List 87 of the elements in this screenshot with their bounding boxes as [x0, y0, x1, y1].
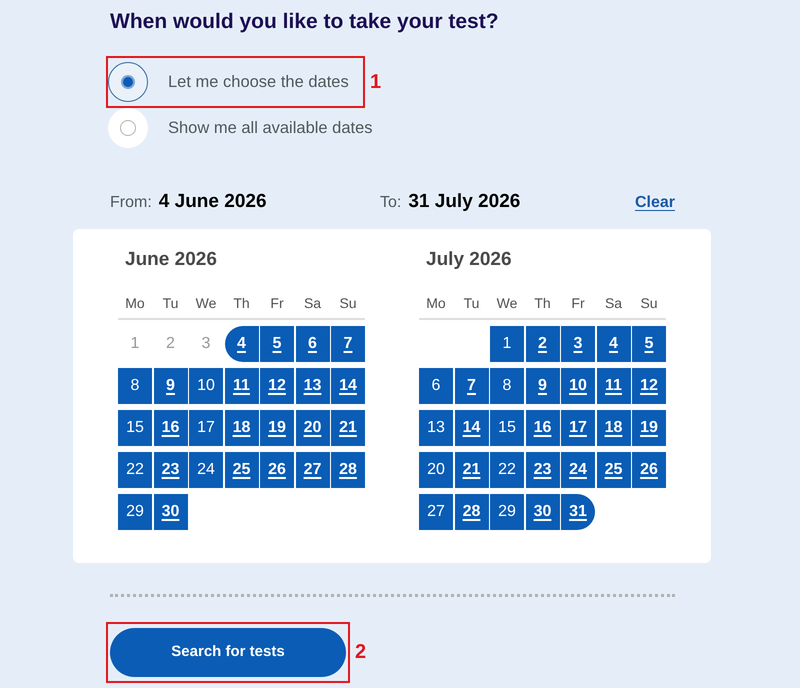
weekday-label: Mo: [124, 294, 146, 312]
weekday-label: Tu: [162, 294, 180, 312]
calendar-day[interactable]: 26: [632, 452, 666, 488]
calendar-day[interactable]: 19: [260, 410, 294, 446]
calendar-day: 10: [189, 368, 223, 404]
calendar-day[interactable]: 28: [454, 494, 488, 530]
calendar-day[interactable]: 11: [224, 368, 258, 404]
calendar-day[interactable]: 4: [596, 326, 630, 362]
section-heading: When would you like to take your test?: [110, 9, 499, 35]
calendar-day: 1: [490, 326, 524, 362]
calendar-day[interactable]: 18: [596, 410, 630, 446]
weekday-label: Fr: [269, 294, 285, 312]
calendar-day: 8: [490, 368, 524, 404]
calendar-day: 20: [419, 452, 453, 488]
calendar-day: 15: [490, 410, 524, 446]
calendar-day[interactable]: 23: [154, 452, 188, 488]
calendar-day[interactable]: 5: [632, 326, 666, 362]
calendar-day: 22: [490, 452, 524, 488]
weekday-label: Th: [232, 294, 251, 312]
calendar-day[interactable]: 14: [454, 410, 488, 446]
search-button[interactable]: Search for tests: [110, 628, 346, 676]
calendar-day[interactable]: 28: [331, 452, 365, 488]
weekday-label: We: [496, 294, 518, 312]
calendar-day[interactable]: 25: [224, 452, 258, 488]
weekday-label: Tu: [462, 294, 480, 312]
calendar-day[interactable]: 31: [561, 494, 595, 530]
radio-label[interactable]: Show me all available dates: [168, 116, 373, 140]
weekday-label: Sa: [604, 294, 624, 312]
month-title: July 2026: [425, 248, 512, 272]
calendar-day[interactable]: 23: [526, 452, 560, 488]
weekday-label: We: [194, 294, 218, 312]
radio-label[interactable]: Let me choose the dates: [168, 70, 349, 94]
calendar-day[interactable]: 7: [331, 326, 365, 362]
calendar-day: 13: [419, 410, 453, 446]
calendar-day: 17: [189, 410, 223, 446]
calendar-day[interactable]: 18: [224, 410, 258, 446]
weekday-label: Fr: [570, 294, 586, 312]
calendar-day[interactable]: 12: [260, 368, 294, 404]
calendar-day[interactable]: 30: [526, 494, 560, 530]
month-title: June 2026: [124, 248, 217, 272]
calendar-day[interactable]: 20: [296, 410, 330, 446]
calendar-day[interactable]: 14: [331, 368, 365, 404]
calendar-day[interactable]: 11: [596, 368, 630, 404]
calendar-day: 24: [189, 452, 223, 488]
weekday-label: Th: [533, 294, 552, 312]
calendar-day[interactable]: 16: [526, 410, 560, 446]
calendar-day: 29: [118, 494, 152, 530]
calendar-day[interactable]: 4: [224, 326, 258, 362]
radio-button[interactable]: [120, 120, 136, 136]
from-label: From:: [110, 193, 152, 213]
calendar-day: 6: [419, 368, 453, 404]
calendar-day[interactable]: 10: [561, 368, 595, 404]
radio-button[interactable]: [108, 62, 148, 102]
calendar-day[interactable]: 13: [296, 368, 330, 404]
calendar-day[interactable]: 21: [454, 452, 488, 488]
calendar-day[interactable]: 27: [296, 452, 330, 488]
annotation-number: 2: [355, 642, 366, 662]
calendar-day[interactable]: 2: [526, 326, 560, 362]
weekday-label: Su: [639, 294, 659, 312]
calendar-day[interactable]: 5: [260, 326, 294, 362]
calendar-day[interactable]: 17: [561, 410, 595, 446]
to-date: 31 July 2026: [408, 190, 520, 214]
weekday-label: Sa: [302, 294, 322, 312]
calendar-day[interactable]: 9: [526, 368, 560, 404]
from-date: 4 June 2026: [158, 190, 267, 214]
calendar-day[interactable]: 26: [260, 452, 294, 488]
calendar-day[interactable]: 9: [154, 368, 188, 404]
calendar-day[interactable]: 7: [454, 368, 488, 404]
calendar-day: 29: [490, 494, 524, 530]
calendar-day: 8: [118, 368, 152, 404]
calendar-day: 15: [118, 410, 152, 446]
calendar-day[interactable]: 3: [561, 326, 595, 362]
calendar-day[interactable]: 19: [632, 410, 666, 446]
weekday-label: Mo: [425, 294, 447, 312]
calendar-day: 27: [419, 494, 453, 530]
calendar-day: 22: [118, 452, 152, 488]
calendar-day[interactable]: 30: [154, 494, 188, 530]
calendar-day[interactable]: 24: [561, 452, 595, 488]
calendar-day[interactable]: 21: [331, 410, 365, 446]
calendar-day[interactable]: 16: [154, 410, 188, 446]
calendar-day[interactable]: 25: [596, 452, 630, 488]
clear-link[interactable]: Clear: [634, 191, 675, 215]
to-label: To:: [380, 193, 402, 213]
annotation-number: 1: [370, 72, 382, 92]
weekday-label: Su: [338, 294, 358, 312]
calendar-day[interactable]: 6: [296, 326, 330, 362]
calendar-day[interactable]: 12: [632, 368, 666, 404]
